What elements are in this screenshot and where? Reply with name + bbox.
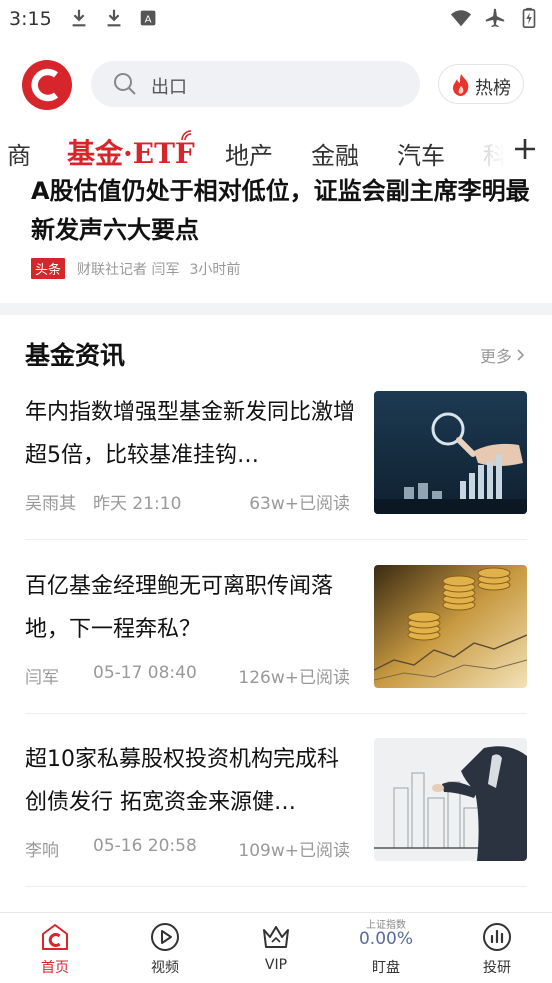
app-header: 出口 热榜 [0, 52, 552, 122]
more-label: 更多 [479, 347, 512, 366]
bottom-navigation: 首页 视频 VIP 上证指数 0.00% 盯盘 投研 [0, 912, 552, 983]
news-item[interactable]: 年内指数增强型基金新发同比激增超5倍，比较基准挂钩… 吴雨其 昨天 21:10 … [25, 391, 527, 565]
more-link[interactable]: 更多 [480, 343, 526, 367]
home-c-icon [42, 924, 68, 950]
news-title: 超10家私募股权投资机构完成科创债发行 拓宽资金来源健… [25, 747, 339, 815]
hot-list-label: 热榜 [475, 78, 511, 99]
tabs-fade-mask [468, 126, 552, 176]
nav-home[interactable]: 首页 [0, 913, 110, 983]
tab-fund-etf[interactable]: 基金·ETF [67, 132, 195, 172]
news-reads: 63w+已阅读 [249, 494, 350, 514]
headline-time: 3小时前 [189, 261, 241, 278]
tab-finance[interactable]: 金融 [311, 136, 359, 171]
news-thumbnail [374, 565, 527, 688]
flame-icon [453, 74, 469, 96]
channel-tabs: 商 基金·ETF 地产 金融 汽车 科 [0, 126, 552, 176]
nav-video-label: 视频 [151, 960, 179, 976]
search-bar[interactable]: 出口 [91, 61, 420, 107]
news-time: 05-16 20:58 [93, 836, 197, 856]
news-reads: 126w+已阅读 [238, 668, 350, 688]
nav-home-label: 首页 [41, 960, 69, 976]
wifi-icon [450, 10, 472, 27]
news-reads: 109w+已阅读 [238, 841, 350, 861]
headline-source: 财联社记者 闫军 [77, 261, 180, 278]
headline-meta: 头条 财联社记者 闫军 3小时前 [31, 258, 240, 279]
news-time: 05-17 08:40 [93, 663, 197, 683]
news-thumbnail [374, 738, 527, 861]
download-icon [72, 9, 86, 27]
index-value: 0.00% [358, 929, 413, 949]
download-icon [107, 9, 121, 27]
search-icon [114, 73, 136, 95]
news-author: 吴雨其 [25, 494, 76, 514]
nav-market-watch-label: 盯盘 [372, 960, 400, 976]
add-channel-icon[interactable] [512, 136, 538, 162]
tab-commerce[interactable]: 商 [7, 136, 31, 171]
live-signal-icon [181, 130, 192, 141]
bar-chart-circle-icon [483, 923, 511, 951]
airplane-icon [485, 8, 505, 28]
nav-research-label: 投研 [483, 960, 511, 976]
status-bar: 3:15 A [0, 0, 552, 40]
section-divider [0, 303, 552, 315]
news-author: 闫军 [25, 668, 59, 688]
svg-text:A: A [145, 15, 152, 26]
tab-real-estate[interactable]: 地产 [225, 136, 273, 171]
tab-auto[interactable]: 汽车 [397, 136, 445, 171]
news-title: 年内指数增强型基金新发同比激增超5倍，比较基准挂钩… [25, 400, 356, 468]
nav-market-watch[interactable]: 上证指数 0.00% 盯盘 [331, 913, 441, 983]
crown-icon [263, 926, 289, 948]
news-item[interactable]: 百亿基金经理鲍无可离职传闻落地，下一程奔私？ 闫军 05-17 08:40 12… [25, 565, 527, 739]
font-app-icon: A [140, 10, 156, 26]
nav-video[interactable]: 视频 [110, 913, 220, 983]
headline-title[interactable]: A股估值仍处于相对低位，证监会副主席李明最新发声六大要点 [31, 172, 531, 250]
section-title: 基金资讯 [25, 341, 126, 370]
news-separator [25, 539, 527, 540]
news-title: 百亿基金经理鲍无可离职传闻落地，下一程奔私？ [25, 574, 334, 642]
nav-research[interactable]: 投研 [442, 913, 552, 983]
hot-list-button[interactable]: 热榜 [438, 64, 524, 104]
nav-vip[interactable]: VIP [221, 913, 331, 983]
headline-badge: 头条 [31, 258, 66, 279]
nav-vip-label: VIP [264, 957, 288, 973]
chevron-right-icon [517, 349, 525, 361]
cls-logo-icon[interactable] [22, 60, 72, 110]
news-separator [25, 886, 527, 887]
news-time: 昨天 21:10 [93, 494, 182, 514]
status-time: 3:15 [9, 8, 52, 30]
news-item[interactable]: 超10家私募股权投资机构完成科创债发行 拓宽资金来源健… 李响 05-16 20… [25, 738, 527, 912]
search-placeholder: 出口 [151, 77, 187, 98]
news-thumbnail [374, 391, 527, 514]
news-separator [25, 713, 527, 714]
news-author: 李响 [25, 841, 59, 861]
battery-charging-icon [522, 7, 536, 28]
play-circle-icon [151, 923, 179, 951]
